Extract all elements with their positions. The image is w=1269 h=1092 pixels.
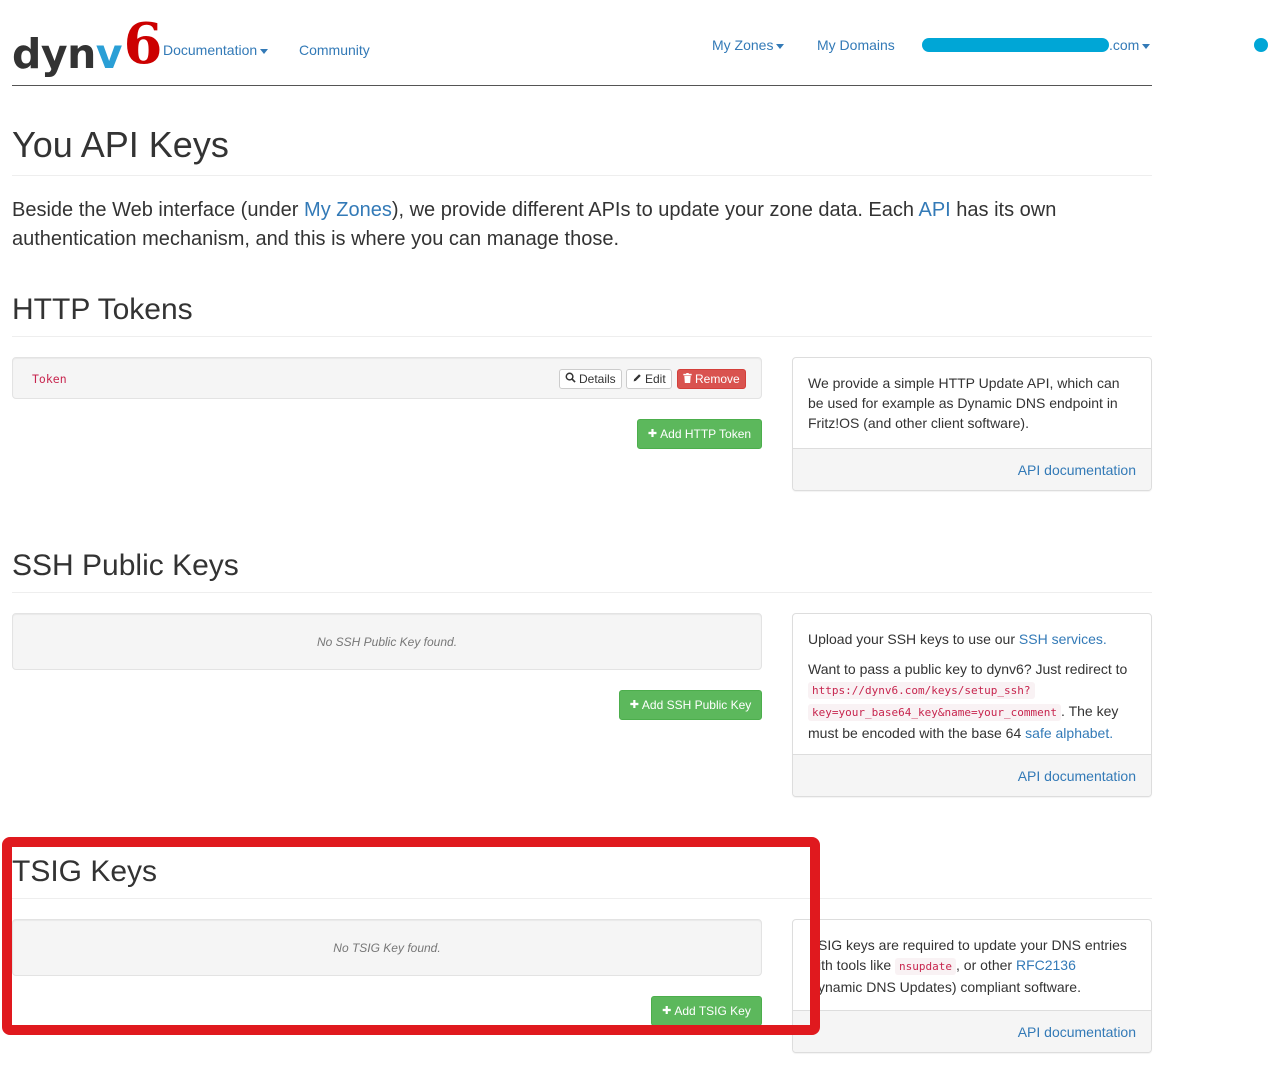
ssh-info-paragraph-2: Want to pass a public key to dynv6? Just… [808, 659, 1136, 743]
title-divider [12, 175, 1152, 176]
intro-part1: Beside the Web interface (under [12, 199, 305, 221]
ssh-setup-url-line2: key=your_base64_key&name=your_comment [808, 704, 1062, 721]
page-title: You API Keys [12, 124, 229, 165]
pencil-icon [632, 373, 642, 386]
plus-icon: ✚ [629, 698, 639, 711]
nsupdate-code: nsupdate [895, 958, 957, 975]
ssh-api-documentation-link[interactable]: API documentation [1018, 768, 1136, 784]
tsig-keys-info-panel: SIG keys are required to update your DNS… [792, 919, 1152, 1053]
tsig-info-line2-pre: ith tools like [818, 957, 896, 973]
ssh-keys-info-body: Upload your SSH keys to use our SSH serv… [793, 614, 1151, 758]
ssh-info-p1-end: . [1102, 631, 1107, 647]
rfc2136-link[interactable]: RFC2136 [1016, 957, 1076, 973]
add-tsig-key-button[interactable]: ✚ Add TSIG Key [651, 996, 762, 1026]
token-details-button[interactable]: Details [559, 369, 622, 389]
tsig-info-line1: SIG keys are required to update your DNS… [818, 937, 1127, 953]
http-token-name: Token [32, 372, 67, 386]
nav-account-suffix: .com [1109, 37, 1140, 53]
tsig-keys-empty-well: No TSIG Key found. [12, 919, 762, 976]
tsig-info-line3: ynamic DNS Updates) compliant software. [818, 979, 1081, 995]
safe-alphabet-link[interactable]: safe alphabet [1025, 725, 1109, 741]
tsig-keys-info-body: SIG keys are required to update your DNS… [793, 920, 1151, 1012]
tsig-keys-info-footer: API documentation [793, 1010, 1151, 1052]
ssh-keys-empty-text: No SSH Public Key found. [316, 634, 458, 649]
intro-link-api[interactable]: API [918, 199, 950, 221]
intro-part2: ), we provide different APIs to update y… [391, 199, 919, 221]
intro-text: Beside the Web interface (under My Zones… [12, 196, 1152, 254]
ssh-setup-url-line1: https://dynv6.com/keys/setup_ssh? [808, 682, 1035, 699]
navbar-divider [12, 85, 1152, 86]
tsig-info-line2-mid: , or other [956, 957, 1016, 973]
http-tokens-info-panel: We provide a simple HTTP Update API, whi… [792, 357, 1152, 491]
nav-documentation-label: Documentation [163, 42, 258, 58]
ssh-info-p1-text: Upload your SSH keys to use our [808, 631, 1019, 647]
account-email-redaction [922, 38, 1109, 52]
token-remove-button[interactable]: Remove [677, 369, 746, 389]
nav-my-zones[interactable]: My Zones [712, 37, 785, 53]
token-edit-label: Edit [645, 372, 666, 386]
http-tokens-info-text: We provide a simple HTTP Update API, whi… [808, 375, 1120, 431]
token-details-label: Details [579, 372, 616, 386]
add-http-token-label: Add HTTP Token [660, 427, 752, 441]
nav-my-zones-label: My Zones [712, 37, 774, 53]
caret-down-icon [776, 43, 785, 49]
nav-my-domains[interactable]: My Domains [817, 37, 895, 53]
plus-icon: ✚ [647, 427, 658, 440]
nav-community-label: Community [299, 42, 370, 58]
ssh-info-code-line2-wrap: key=your_base64_key&name=your_comment. T… [808, 701, 1136, 743]
add-tsig-key-label: Add TSIG Key [674, 1004, 751, 1018]
http-tokens-divider [12, 336, 1152, 337]
ssh-info-paragraph-1: Upload your SSH keys to use our SSH serv… [808, 629, 1136, 649]
http-token-row: Token Details Edit Remove [12, 357, 762, 399]
nav-community[interactable]: Community [299, 42, 370, 58]
http-api-documentation-link[interactable]: API documentation [1018, 462, 1136, 478]
ssh-info-code-line1-wrap: https://dynv6.com/keys/setup_ssh? [808, 679, 1136, 701]
token-edit-button[interactable]: Edit [626, 369, 672, 389]
ssh-info-p2-text: Want to pass a public key to dynv6? Just… [808, 661, 1128, 677]
ssh-keys-info-panel: Upload your SSH keys to use our SSH serv… [792, 613, 1152, 797]
trash-icon [683, 372, 692, 386]
tsig-keys-divider [12, 898, 1152, 899]
add-http-token-button[interactable]: ✚ Add HTTP Token [637, 419, 762, 449]
nav-account-menu[interactable]: .com [1109, 37, 1151, 53]
status-dot [1254, 38, 1268, 52]
add-ssh-key-label: Add SSH Public Key [641, 698, 752, 712]
search-icon [565, 372, 576, 386]
ssh-services-link[interactable]: SSH services [1019, 631, 1103, 647]
plus-icon: ✚ [662, 1004, 672, 1017]
tsig-keys-empty-text: No TSIG Key found. [333, 940, 441, 955]
caret-down-icon [1142, 43, 1151, 49]
brand-part-v: v [95, 30, 123, 78]
ssh-keys-heading: SSH Public Keys [12, 549, 239, 582]
http-tokens-info-footer: API documentation [793, 448, 1151, 490]
add-ssh-key-button[interactable]: ✚ Add SSH Public Key [619, 690, 762, 720]
ssh-keys-info-footer: API documentation [793, 754, 1151, 796]
tsig-info-line2: ith tools like nsupdate, or other RFC213… [818, 955, 1136, 977]
ssh-info-p2-end: . [1109, 725, 1114, 741]
intro-link-my-zones[interactable]: My Zones [304, 199, 392, 221]
caret-down-icon [260, 48, 269, 54]
ssh-keys-empty-well: No SSH Public Key found. [12, 613, 762, 670]
ssh-keys-divider [12, 592, 1152, 593]
nav-my-domains-label: My Domains [817, 37, 895, 53]
tsig-keys-heading: TSIG Keys [12, 855, 158, 888]
nav-documentation[interactable]: Documentation [163, 42, 269, 58]
brand-part-dyn: dyn [12, 30, 96, 78]
token-remove-label: Remove [695, 372, 740, 386]
tsig-api-documentation-link[interactable]: API documentation [1018, 1024, 1136, 1040]
brand-logo[interactable]: dynv6 [12, 4, 163, 78]
brand-part-6: 6 [123, 11, 163, 77]
http-tokens-heading: HTTP Tokens [12, 293, 193, 326]
